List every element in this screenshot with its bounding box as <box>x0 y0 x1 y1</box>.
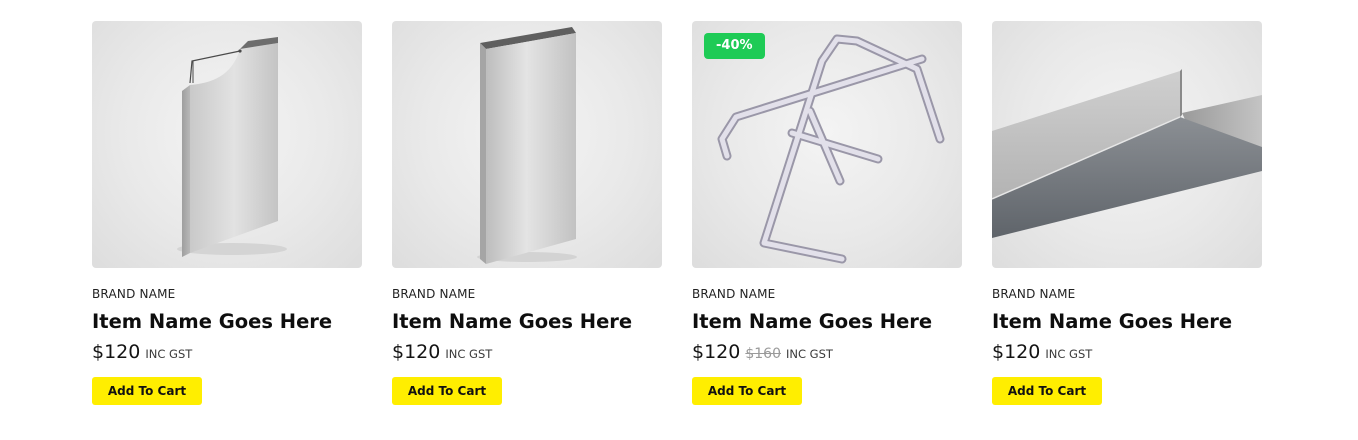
steel-panel-icon <box>477 27 577 264</box>
product-image[interactable] <box>992 21 1262 268</box>
price-row: $120 $160 INC GST <box>692 341 962 365</box>
product-price: $120 <box>92 341 141 363</box>
tax-label: INC GST <box>145 347 193 361</box>
cut-steel-panel-icon <box>177 37 287 257</box>
product-card: BRAND NAME Item Name Goes Here $120 INC … <box>392 21 662 405</box>
product-title[interactable]: Item Name Goes Here <box>392 310 662 334</box>
product-price: $120 <box>992 341 1041 363</box>
tax-label: INC GST <box>445 347 493 361</box>
product-image[interactable] <box>392 21 662 268</box>
product-price: $120 <box>392 341 441 363</box>
original-price: $160 <box>745 346 781 362</box>
product-image[interactable]: -40% <box>692 21 962 268</box>
product-title[interactable]: Item Name Goes Here <box>92 310 362 334</box>
brand-name: BRAND NAME <box>992 287 1076 301</box>
product-card: -40% BRAND NAME Item Name Goes Here $120… <box>692 21 962 405</box>
steel-angle-bar-icon <box>992 69 1262 238</box>
product-grid: BRAND NAME Item Name Goes Here $120 INC … <box>92 21 1262 405</box>
tax-label: INC GST <box>1045 347 1093 361</box>
add-to-cart-button[interactable]: Add To Cart <box>992 377 1102 405</box>
discount-badge: -40% <box>704 33 765 59</box>
price-row: $120 INC GST <box>92 341 362 365</box>
brand-name: BRAND NAME <box>692 287 776 301</box>
brand-name: BRAND NAME <box>92 287 176 301</box>
product-card: BRAND NAME Item Name Goes Here $120 INC … <box>992 21 1262 405</box>
brand-name: BRAND NAME <box>392 287 476 301</box>
add-to-cart-button[interactable]: Add To Cart <box>692 377 802 405</box>
price-row: $120 INC GST <box>392 341 662 365</box>
product-title[interactable]: Item Name Goes Here <box>992 310 1262 334</box>
add-to-cart-button[interactable]: Add To Cart <box>392 377 502 405</box>
add-to-cart-button[interactable]: Add To Cart <box>92 377 202 405</box>
product-price: $120 <box>692 341 741 363</box>
tax-label: INC GST <box>786 347 833 361</box>
product-title[interactable]: Item Name Goes Here <box>692 310 962 334</box>
product-image[interactable] <box>92 21 362 268</box>
product-card: BRAND NAME Item Name Goes Here $120 INC … <box>92 21 362 405</box>
price-row: $120 INC GST <box>992 341 1262 365</box>
